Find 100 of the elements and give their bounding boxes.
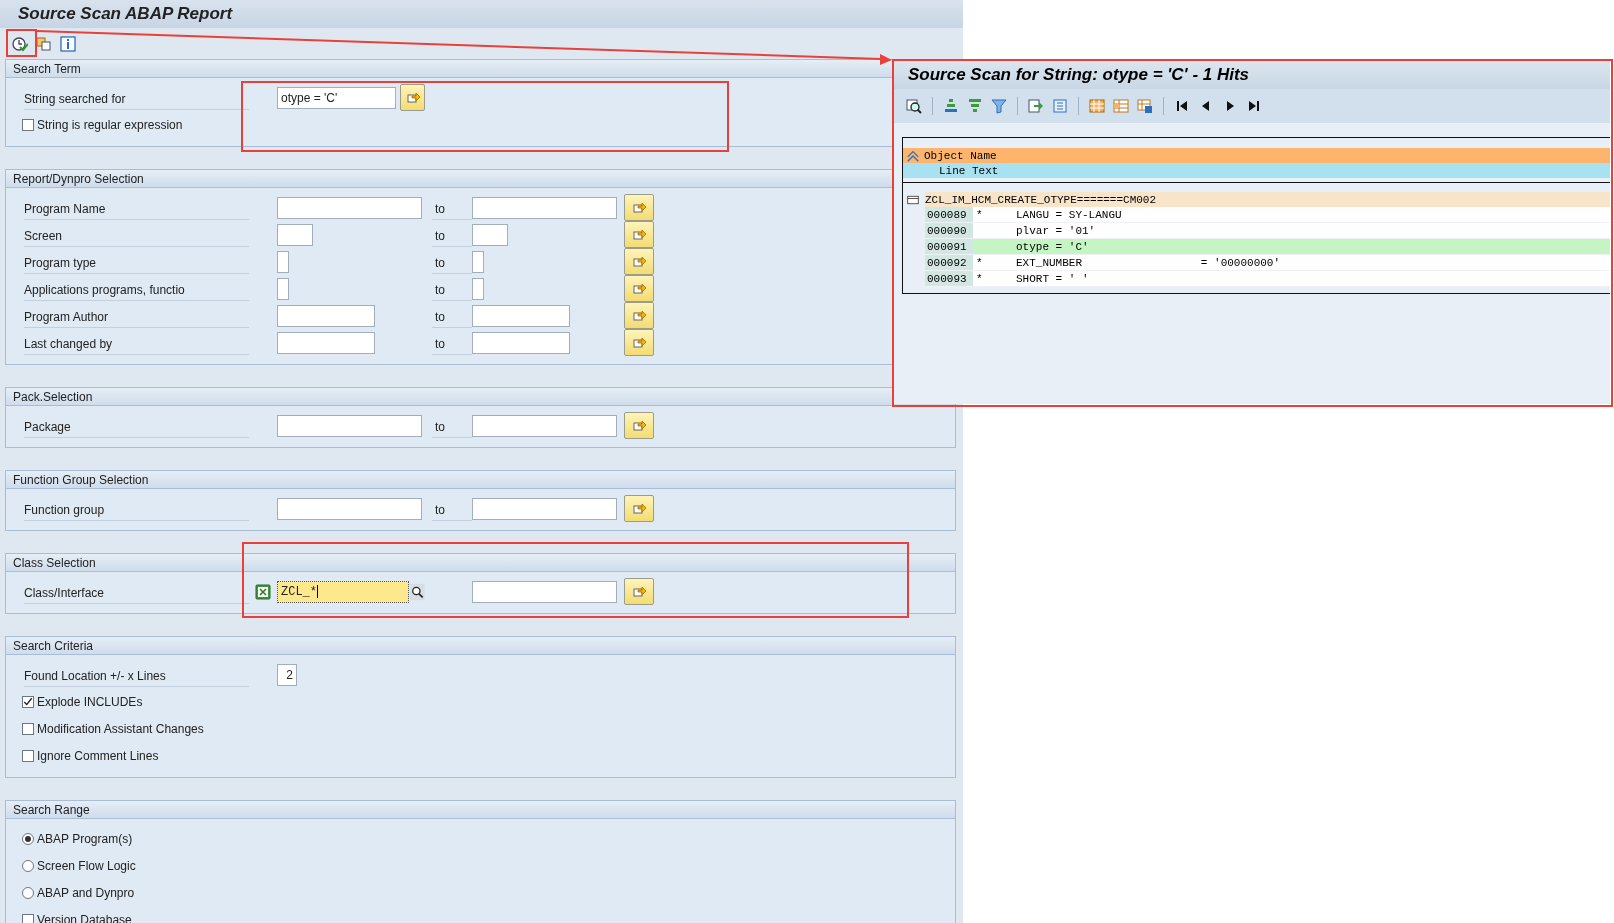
grid-save-icon[interactable] [1137,98,1153,114]
code-text: plvar = '01' [1016,224,1096,237]
sort-descending-icon[interactable] [967,98,983,114]
checkbox[interactable] [22,913,34,923]
section-title: Search Range [13,802,90,817]
checkbox[interactable] [22,695,34,708]
input-field[interactable]: 2 [277,663,297,686]
input-field[interactable] [472,414,617,437]
comment-marker: * [976,208,983,221]
to-label: to [434,201,445,216]
input-field[interactable] [472,277,484,300]
input-field[interactable] [472,196,617,219]
folder-icon[interactable] [907,193,919,206]
section-title: Search Term [13,61,81,76]
to-label: to [434,282,445,297]
input-field[interactable] [277,196,422,219]
radio-button[interactable] [22,886,34,899]
window-title: Source Scan ABAP Report [0,0,963,28]
radio-label: ABAP and Dynpro [37,885,135,900]
radio-label: ABAP Program(s) [37,831,133,846]
multiple-selection-button[interactable] [624,248,654,275]
comment-marker: * [976,256,983,269]
multiple-selection-button[interactable] [624,302,654,329]
field-label: Screen [24,228,63,243]
selection-option-icon[interactable] [255,583,271,600]
sort-ascending-icon[interactable] [943,98,959,114]
checkbox-label: Modification Assistant Changes [37,721,204,736]
input-field[interactable] [277,497,422,520]
section-title: Class Selection [13,555,96,570]
multiple-selection-button[interactable] [624,329,654,356]
zoom-in-icon[interactable] [906,98,922,114]
search-help-icon[interactable] [410,582,425,601]
input-field[interactable] [277,277,289,300]
radio-button[interactable] [22,832,34,845]
multiple-selection-button[interactable] [624,194,654,221]
grid-icon[interactable] [1089,98,1105,114]
last-page-icon[interactable] [1246,98,1262,114]
expand-icon[interactable] [906,148,920,163]
print-preview-icon[interactable] [1052,98,1068,114]
field-label: String searched for [24,91,126,106]
section-title: Function Group Selection [13,472,149,487]
field-label: Function group [24,502,105,517]
radio-button[interactable] [22,859,34,872]
code-text: EXT_NUMBER = '00000000' [1016,256,1281,269]
line-number: 000090 [925,223,973,238]
checkbox-label: String is regular expression [37,117,183,132]
to-label: to [434,502,445,517]
code-text: otype = 'C' [1016,240,1089,253]
multiple-selection-button[interactable] [624,412,654,439]
field-label: Program Author [24,309,109,324]
multiple-selection-button[interactable] [624,578,654,605]
column-header: Object Name [924,149,997,162]
section-title: Pack.Selection [13,389,93,404]
checkbox-label: Explode INCLUDEs [37,694,143,709]
input-field[interactable] [472,331,570,354]
checkbox[interactable] [22,118,34,131]
export-icon[interactable] [1028,98,1044,114]
input-field[interactable] [472,250,484,273]
input-field[interactable] [277,331,375,354]
copy-icon[interactable] [36,35,52,52]
info-icon[interactable] [60,35,76,52]
section-title: Report/Dynpro Selection [13,171,144,186]
checkbox[interactable] [22,749,34,762]
line-number: 000093 [925,271,973,286]
column-header: Line Text [939,164,999,177]
dialog-title: Source Scan for String: otype = 'C' - 1 Hits [894,61,1610,89]
input-field[interactable] [472,580,617,603]
input-field[interactable] [472,497,617,520]
to-label: to [434,309,445,324]
grid-columns-icon[interactable] [1113,98,1129,114]
input-field[interactable] [277,223,313,246]
checkbox[interactable] [22,722,34,735]
multiple-selection-button[interactable] [400,84,425,111]
input-field[interactable]: ZCL_* [277,580,410,603]
field-label: Applications programs, functio [24,282,185,297]
filter-icon[interactable] [991,98,1007,114]
input-field[interactable] [472,223,508,246]
input-field[interactable] [277,250,289,273]
field-label: Program Name [24,201,106,216]
input-field[interactable]: otype = 'C' [277,86,397,109]
input-field[interactable] [277,414,422,437]
input-field[interactable] [472,304,570,327]
to-label: to [434,419,445,434]
execute-icon[interactable] [12,35,28,52]
field-label: Last changed by [24,336,113,351]
to-label: to [434,255,445,270]
field-label: Class/Interface [24,585,105,600]
first-page-icon[interactable] [1174,98,1190,114]
checkmark-icon [23,696,33,707]
highlight-frame [6,29,37,57]
radio-label: Screen Flow Logic [37,858,136,873]
checkbox-label: Version Database [37,912,132,923]
field-label: Program type [24,255,97,270]
multiple-selection-button[interactable] [624,495,654,522]
multiple-selection-button[interactable] [624,221,654,248]
object-name: ZCL_IM_HCM_CREATE_OTYPE=======CM002 [925,193,1157,206]
input-field[interactable] [277,304,375,327]
multiple-selection-button[interactable] [624,275,654,302]
comment-marker: * [976,272,983,285]
line-number: 000089 [925,207,973,222]
